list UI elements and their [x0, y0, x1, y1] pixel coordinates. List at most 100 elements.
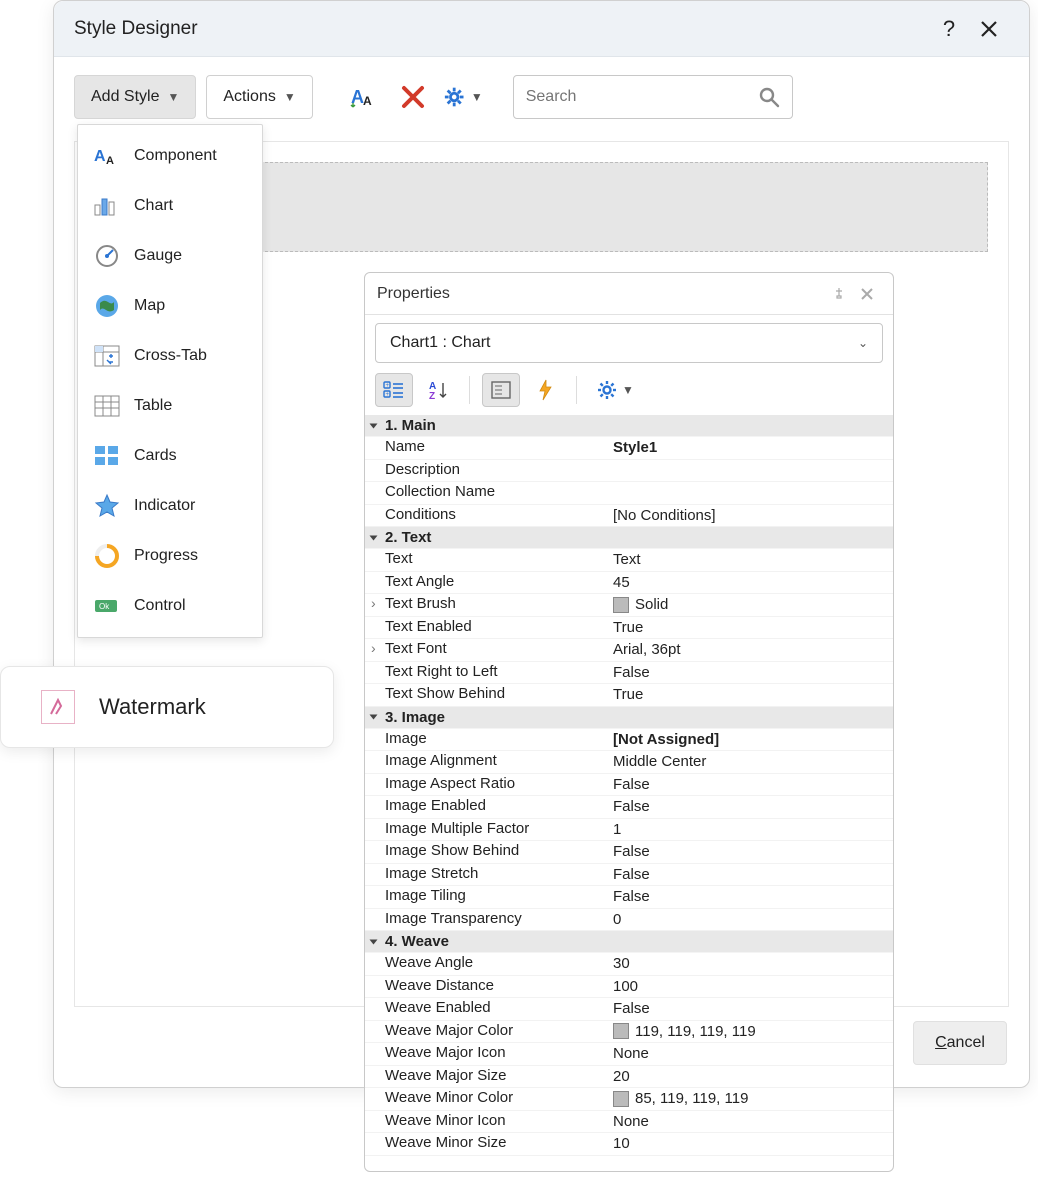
property-row[interactable]: Description — [365, 460, 893, 483]
dropdown-item-crosstab[interactable]: Cross-Tab — [78, 331, 262, 381]
property-value[interactable]: 0 — [609, 909, 893, 931]
settings-icon[interactable]: ▼ — [589, 373, 641, 407]
property-row[interactable]: TextText — [365, 549, 893, 572]
dropdown-item-map[interactable]: Map — [78, 281, 262, 331]
property-row[interactable]: Image TilingFalse — [365, 886, 893, 909]
watermark-card[interactable]: Watermark — [0, 666, 334, 748]
search-input[interactable] — [526, 88, 758, 106]
property-row[interactable]: Image Transparency0 — [365, 909, 893, 932]
property-value[interactable]: 45 — [609, 572, 893, 594]
property-key: Image Aspect Ratio — [365, 774, 609, 796]
property-row[interactable]: Text Right to LeftFalse — [365, 662, 893, 685]
color-swatch — [613, 1023, 629, 1039]
property-page-icon[interactable] — [482, 373, 520, 407]
categorized-view-icon[interactable]: ++ — [375, 373, 413, 407]
property-row[interactable]: Weave EnabledFalse — [365, 998, 893, 1021]
dropdown-item-label: Map — [134, 297, 165, 315]
pin-icon[interactable] — [825, 280, 853, 308]
property-value[interactable]: [No Conditions] — [609, 505, 893, 527]
help-button[interactable]: ? — [929, 9, 969, 49]
properties-header: Properties — [365, 273, 893, 315]
property-row[interactable]: Weave Major Color119, 119, 119, 119 — [365, 1021, 893, 1044]
property-row[interactable]: Weave Minor Size10 — [365, 1133, 893, 1156]
property-value[interactable]: True — [609, 684, 893, 706]
add-style-button[interactable]: Add Style ▼ — [74, 75, 196, 119]
close-props-icon[interactable] — [853, 280, 881, 308]
property-value[interactable]: Arial, 36pt — [609, 639, 893, 661]
property-value[interactable]: Style1 — [609, 437, 893, 459]
font-size-tool-icon[interactable]: A A — [343, 77, 383, 117]
property-value[interactable]: 100 — [609, 976, 893, 998]
property-value[interactable]: Middle Center — [609, 751, 893, 773]
dropdown-item-gauge[interactable]: Gauge — [78, 231, 262, 281]
property-value[interactable]: None — [609, 1043, 893, 1065]
property-value[interactable]: None — [609, 1111, 893, 1133]
property-row[interactable]: Weave Angle30 — [365, 953, 893, 976]
section-header[interactable]: 4. Weave — [365, 931, 893, 953]
properties-object-select[interactable]: Chart1 : Chart ⌄ — [375, 323, 883, 363]
property-value[interactable] — [609, 482, 893, 504]
property-value[interactable]: False — [609, 774, 893, 796]
property-row[interactable]: Weave Major Size20 — [365, 1066, 893, 1089]
property-row[interactable]: Conditions[No Conditions] — [365, 505, 893, 528]
property-row[interactable]: Weave Minor IconNone — [365, 1111, 893, 1134]
events-icon[interactable] — [526, 373, 564, 407]
actions-button[interactable]: Actions ▼ — [206, 75, 312, 119]
property-row[interactable]: Image AlignmentMiddle Center — [365, 751, 893, 774]
property-value[interactable]: False — [609, 841, 893, 863]
property-value[interactable]: 119, 119, 119, 119 — [609, 1021, 893, 1043]
property-row[interactable]: Text BrushSolid — [365, 594, 893, 617]
property-row[interactable]: Text EnabledTrue — [365, 617, 893, 640]
property-row[interactable]: NameStyle1 — [365, 437, 893, 460]
dropdown-item-progress[interactable]: Progress — [78, 531, 262, 581]
property-value[interactable]: False — [609, 796, 893, 818]
property-value[interactable]: Solid — [609, 594, 893, 616]
settings-tool-icon[interactable]: ▼ — [443, 77, 483, 117]
close-button[interactable] — [969, 9, 1009, 49]
properties-toolbar: ++ AZ ▼ — [365, 371, 893, 415]
property-value[interactable]: False — [609, 998, 893, 1020]
property-value[interactable]: False — [609, 886, 893, 908]
alphabetical-view-icon[interactable]: AZ — [419, 373, 457, 407]
delete-tool-icon[interactable] — [393, 77, 433, 117]
section-header[interactable]: 2. Text — [365, 527, 893, 549]
dropdown-item-table[interactable]: Table — [78, 381, 262, 431]
property-value[interactable] — [609, 460, 893, 482]
property-row[interactable]: Text FontArial, 36pt — [365, 639, 893, 662]
dropdown-item-label: Cross-Tab — [134, 347, 207, 365]
property-value[interactable]: False — [609, 662, 893, 684]
property-row[interactable]: Weave Major IconNone — [365, 1043, 893, 1066]
property-row[interactable]: Collection Name — [365, 482, 893, 505]
property-row[interactable]: Weave Distance100 — [365, 976, 893, 999]
property-row[interactable]: Image[Not Assigned] — [365, 729, 893, 752]
cancel-button[interactable]: Cancel — [913, 1021, 1007, 1065]
property-value[interactable]: Text — [609, 549, 893, 571]
cards-icon — [94, 443, 120, 469]
section-header[interactable]: 3. Image — [365, 707, 893, 729]
property-value[interactable]: 85, 119, 119, 119 — [609, 1088, 893, 1110]
property-value[interactable]: False — [609, 864, 893, 886]
property-row[interactable]: Weave Minor Color85, 119, 119, 119 — [365, 1088, 893, 1111]
property-row[interactable]: Image StretchFalse — [365, 864, 893, 887]
property-row[interactable]: Image Multiple Factor1 — [365, 819, 893, 842]
property-row[interactable]: Image EnabledFalse — [365, 796, 893, 819]
property-value[interactable]: 1 — [609, 819, 893, 841]
property-value[interactable]: [Not Assigned] — [609, 729, 893, 751]
search-box[interactable] — [513, 75, 793, 119]
property-value[interactable]: 10 — [609, 1133, 893, 1155]
dropdown-item-control[interactable]: OkControl — [78, 581, 262, 631]
section-header[interactable]: 1. Main — [365, 415, 893, 437]
property-value[interactable]: True — [609, 617, 893, 639]
property-row[interactable]: Text Show BehindTrue — [365, 684, 893, 707]
search-icon[interactable] — [758, 86, 780, 108]
dropdown-item-label: Gauge — [134, 247, 182, 265]
dropdown-item-component[interactable]: AAComponent — [78, 131, 262, 181]
dropdown-item-indicator[interactable]: Indicator — [78, 481, 262, 531]
property-row[interactable]: Text Angle45 — [365, 572, 893, 595]
dropdown-item-chart[interactable]: Chart — [78, 181, 262, 231]
property-row[interactable]: Image Show BehindFalse — [365, 841, 893, 864]
property-row[interactable]: Image Aspect RatioFalse — [365, 774, 893, 797]
property-value[interactable]: 20 — [609, 1066, 893, 1088]
dropdown-item-cards[interactable]: Cards — [78, 431, 262, 481]
property-value[interactable]: 30 — [609, 953, 893, 975]
